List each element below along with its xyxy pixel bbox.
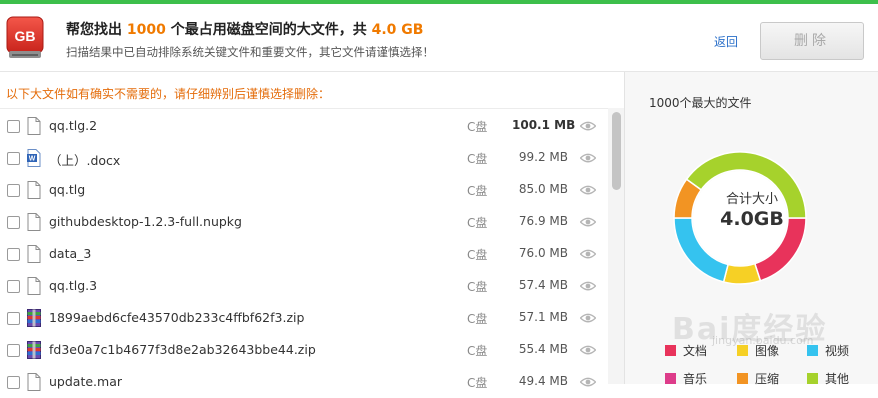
file-drive: C盘	[467, 184, 488, 198]
file-drive: C盘	[467, 120, 488, 134]
file-row[interactable]: githubdesktop-1.2.3-full.nupkg C盘 76.9 MB	[0, 206, 606, 238]
eye-icon[interactable]	[580, 184, 596, 196]
eye-icon[interactable]	[580, 152, 596, 164]
file-name: data_3	[49, 246, 92, 261]
file-drive: C盘	[467, 376, 488, 390]
legend-swatch	[737, 373, 748, 384]
eye-icon[interactable]	[580, 120, 596, 132]
file-checkbox[interactable]	[7, 216, 20, 229]
file-drive: C盘	[467, 312, 488, 326]
file-icon	[27, 117, 41, 135]
scrollbar-thumb[interactable]	[612, 112, 621, 190]
back-link[interactable]: 返回	[714, 33, 738, 50]
file-size: 99.2 MB	[518, 150, 568, 164]
file-checkbox[interactable]	[7, 344, 20, 357]
file-checkbox[interactable]	[7, 376, 20, 389]
title-prefix: 帮您找出	[66, 22, 127, 38]
eye-icon[interactable]	[580, 248, 596, 260]
file-size: 76.9 MB	[518, 214, 568, 228]
file-row[interactable]: qq.tlg.3 C盘 57.4 MB	[0, 270, 606, 302]
file-checkbox[interactable]	[7, 312, 20, 325]
file-icon	[27, 277, 41, 295]
word-doc-icon: W	[27, 149, 41, 167]
file-size: 76.0 MB	[518, 246, 568, 260]
title-count: 1000	[126, 22, 166, 38]
file-drive: C盘	[467, 280, 488, 294]
file-drive: C盘	[467, 152, 488, 166]
file-drive: C盘	[467, 344, 488, 358]
file-name: update.mar	[49, 374, 122, 389]
file-checkbox[interactable]	[7, 152, 20, 165]
file-row[interactable]: qq.tlg C盘 85.0 MB	[0, 174, 606, 206]
file-name: qq.tlg.3	[49, 278, 98, 293]
delete-button[interactable]: 删除	[760, 22, 864, 60]
file-row[interactable]: qq.tlg.2 C盘 100.1 MB	[0, 110, 606, 142]
zip-archive-icon	[27, 309, 41, 327]
file-icon	[27, 213, 41, 231]
warning-notice: 以下大文件如有确实不需要的，请仔细辨别后谨慎选择删除：	[6, 87, 331, 101]
title-middle: 个最占用磁盘空间的大文件，共	[165, 22, 372, 38]
legend-item: 其他	[807, 370, 849, 386]
file-checkbox[interactable]	[7, 280, 20, 293]
file-drive: C盘	[467, 248, 488, 262]
legend-label: 视频	[825, 344, 850, 358]
eye-icon[interactable]	[580, 344, 596, 356]
svg-text:GB: GB	[15, 28, 36, 44]
file-size: 57.1 MB	[518, 310, 568, 324]
file-checkbox[interactable]	[7, 248, 20, 261]
zip-archive-icon	[27, 341, 41, 359]
eye-icon[interactable]	[580, 216, 596, 228]
file-size: 57.4 MB	[518, 278, 568, 292]
eye-icon[interactable]	[580, 376, 596, 388]
file-name: githubdesktop-1.2.3-full.nupkg	[49, 214, 242, 229]
notice-divider	[0, 108, 624, 109]
legend-swatch	[807, 373, 818, 384]
file-drive: C盘	[467, 216, 488, 230]
file-name: fd3e0a7c1b4677f3d8e2ab32643bbe44.zip	[49, 342, 316, 357]
hard-disk-gb-icon: GB	[6, 16, 44, 58]
file-row[interactable]: update.mar C盘 49.4 MB	[0, 366, 606, 398]
file-row[interactable]: fd3e0a7c1b4677f3d8e2ab32643bbe44.zip C盘 55…	[0, 334, 606, 366]
page-subtitle: 扫描结果中已自动排除系统关键文件和重要文件，其它文件请谨慎选择！	[66, 45, 434, 59]
file-icon	[27, 181, 41, 199]
file-checkbox[interactable]	[7, 120, 20, 133]
total-size-label: 合计大小	[725, 192, 778, 207]
file-name: qq.tlg	[49, 182, 86, 197]
eye-icon[interactable]	[580, 280, 596, 292]
legend-item: 压缩	[737, 370, 779, 386]
file-size: 49.4 MB	[518, 374, 568, 388]
file-row[interactable]: 1899aebd6cfe43570db233c4ffbf62f3.zip C盘 57…	[0, 302, 606, 334]
watermark-url: jingyan.baidu.com	[712, 334, 814, 347]
file-size: 100.1 MB	[512, 118, 576, 132]
title-total-size: 4.0 GB	[371, 22, 424, 38]
file-checkbox[interactable]	[7, 184, 20, 197]
page-title: 帮您找出 1000 个最占用磁盘空间的大文件，共 4.0 GB	[66, 19, 423, 39]
file-icon	[27, 373, 41, 391]
file-size: 55.4 MB	[518, 342, 568, 356]
file-icon	[27, 245, 41, 263]
file-list-panel: 以下大文件如有确实不需要的，请仔细辨别后谨慎选择删除： qq.tlg.2 C盘 10…	[0, 72, 624, 391]
donut-slice-1	[722, 262, 762, 285]
svg-text:W: W	[29, 156, 36, 163]
header: GB 帮您找出 1000 个最占用磁盘空间的大文件，共 4.0 GB 扫描结果中…	[0, 4, 878, 72]
eye-icon[interactable]	[580, 312, 596, 324]
total-size-value: 4.0GB	[720, 208, 784, 230]
file-row[interactable]: W （上）.docx C盘 99.2 MB	[0, 142, 606, 174]
chart-title: 1000个最大的文件	[649, 96, 752, 110]
file-name: 1899aebd6cfe43570db233c4ffbf62f3.zip	[49, 310, 305, 325]
legend-swatch	[665, 373, 676, 384]
file-name: qq.tlg.2	[49, 118, 98, 133]
file-size: 85.0 MB	[518, 182, 568, 196]
file-row[interactable]: data_3 C盘 76.0 MB	[0, 238, 606, 270]
legend-item: 音乐	[665, 370, 707, 386]
file-name: （上）.docx	[49, 153, 121, 168]
